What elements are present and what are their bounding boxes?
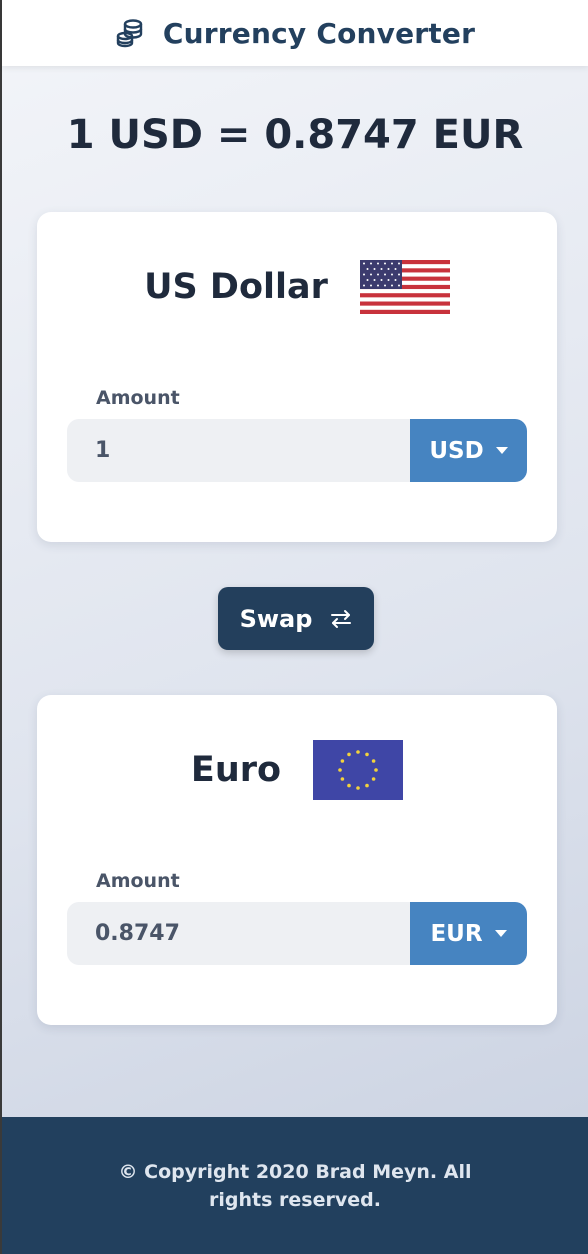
to-currency-heading: Euro <box>37 740 557 800</box>
app-title: Currency Converter <box>162 16 476 50</box>
from-currency-heading: US Dollar <box>37 257 557 317</box>
from-currency-name: US Dollar <box>144 267 328 307</box>
from-amount-input[interactable] <box>67 419 410 482</box>
eu-flag-icon <box>313 740 404 800</box>
copyright-text: © Copyright 2020 Brad Meyn. All rights r… <box>118 1160 472 1211</box>
from-amount-label: Amount <box>96 387 180 409</box>
to-amount-input[interactable] <box>67 902 410 965</box>
to-currency-select[interactable]: EUR <box>410 902 527 965</box>
chevron-down-icon <box>495 447 508 454</box>
swap-button[interactable]: Swap <box>218 587 374 650</box>
to-amount-row: EUR <box>67 902 527 965</box>
to-currency-code: EUR <box>430 920 483 947</box>
to-currency-name: Euro <box>190 750 282 790</box>
swap-arrows-icon <box>330 609 352 629</box>
from-amount-row: USD <box>67 419 527 482</box>
app-header: Currency Converter <box>2 0 588 66</box>
us-flag-icon <box>359 260 450 314</box>
coins-icon <box>115 18 145 48</box>
from-currency-select[interactable]: USD <box>410 419 527 482</box>
to-currency-card: Euro Amount EUR <box>37 695 557 1025</box>
page-footer: © Copyright 2020 Brad Meyn. All rights r… <box>2 1117 588 1254</box>
from-currency-code: USD <box>429 437 484 464</box>
swap-button-label: Swap <box>239 604 313 633</box>
from-currency-card: US Dollar Amount 1 USD <box>37 212 557 542</box>
chevron-down-icon <box>494 930 507 937</box>
to-amount-label: Amount <box>96 870 180 892</box>
exchange-rate: 1 USD = 0.8747 EUR <box>66 112 524 158</box>
